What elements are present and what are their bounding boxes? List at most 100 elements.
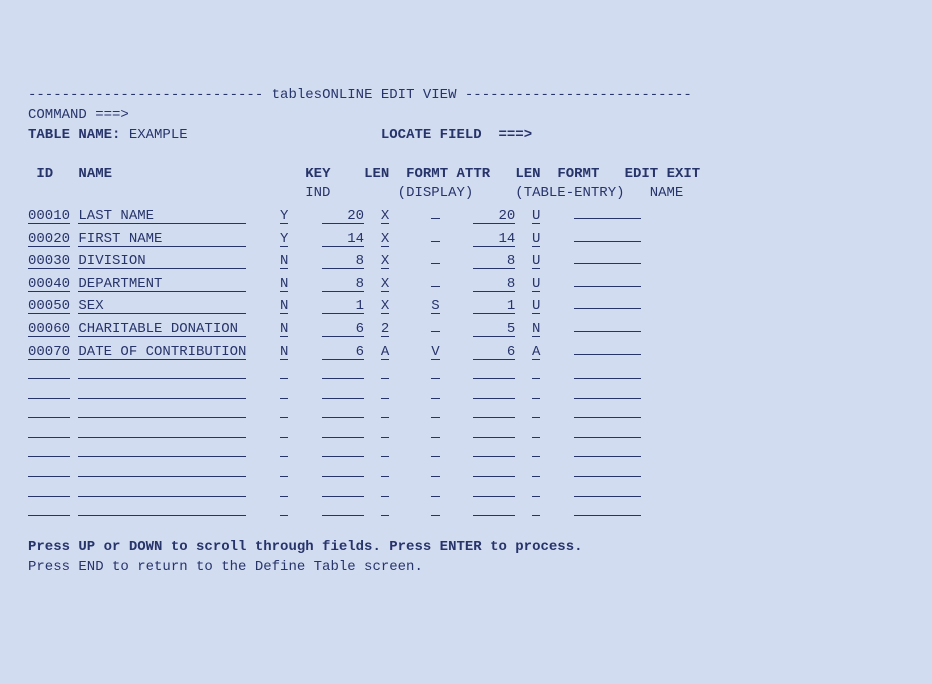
field-attr[interactable] [431,462,439,477]
field-formt-disp[interactable] [381,403,389,418]
field-formt-disp[interactable]: X [381,299,389,314]
field-id[interactable] [28,364,70,379]
field-name[interactable] [78,462,246,477]
field-id[interactable]: 00060 [28,322,70,337]
field-name[interactable] [78,403,246,418]
field-len-table[interactable]: 20 [473,209,515,224]
field-len-disp[interactable] [322,462,364,477]
field-editexit[interactable] [574,423,641,438]
field-len-table[interactable]: 14 [473,232,515,247]
field-name[interactable] [78,423,246,438]
field-len-table[interactable]: 8 [473,277,515,292]
field-attr[interactable] [431,384,439,399]
field-len-table[interactable]: 1 [473,299,515,314]
field-editexit[interactable] [574,462,641,477]
field-attr[interactable] [431,317,439,332]
field-name[interactable] [78,384,246,399]
field-name[interactable]: LAST NAME [78,209,246,224]
field-id[interactable] [28,462,70,477]
field-id[interactable] [28,442,70,457]
field-len-table[interactable] [473,423,515,438]
field-len-disp[interactable]: 8 [322,277,364,292]
field-len-disp[interactable] [322,364,364,379]
field-formt-disp[interactable] [381,501,389,516]
field-editexit[interactable] [574,403,641,418]
field-len-disp[interactable]: 8 [322,254,364,269]
field-id[interactable] [28,482,70,497]
field-len-disp[interactable] [322,501,364,516]
field-editexit[interactable] [574,204,641,219]
field-formt-disp[interactable] [381,364,389,379]
field-attr[interactable] [431,442,439,457]
field-formt-disp[interactable] [381,384,389,399]
field-len-disp[interactable] [322,442,364,457]
field-name[interactable]: DATE OF CONTRIBUTION [78,345,246,360]
field-editexit[interactable] [574,501,641,516]
field-name[interactable] [78,364,246,379]
field-len-disp[interactable] [322,423,364,438]
field-name[interactable] [78,482,246,497]
field-name[interactable]: CHARITABLE DONATION [78,322,246,337]
field-formt-disp[interactable] [381,482,389,497]
field-editexit[interactable] [574,482,641,497]
field-len-disp[interactable]: 6 [322,322,364,337]
field-editexit[interactable] [574,364,641,379]
field-id[interactable]: 00050 [28,299,70,314]
field-len-disp[interactable]: 6 [322,345,364,360]
field-id[interactable] [28,384,70,399]
field-editexit[interactable] [574,272,641,287]
field-len-disp[interactable] [322,482,364,497]
field-len-table[interactable]: 6 [473,345,515,360]
field-name[interactable]: SEX [78,299,246,314]
field-len-table[interactable] [473,442,515,457]
field-attr[interactable] [431,423,439,438]
field-len-disp[interactable]: 1 [322,299,364,314]
field-len-table[interactable]: 8 [473,254,515,269]
field-len-table[interactable] [473,482,515,497]
table-name-value[interactable]: EXAMPLE [129,127,381,143]
field-len-table[interactable] [473,403,515,418]
field-attr[interactable] [431,272,439,287]
field-formt-disp[interactable]: 2 [381,322,389,337]
field-id[interactable] [28,423,70,438]
field-attr[interactable] [431,501,439,516]
field-attr[interactable] [431,227,439,242]
field-len-disp[interactable]: 20 [322,209,364,224]
field-name[interactable]: DEPARTMENT [78,277,246,292]
field-attr[interactable]: V [431,345,439,360]
field-len-table[interactable] [473,462,515,477]
field-editexit[interactable] [574,294,641,309]
field-attr[interactable] [431,403,439,418]
field-editexit[interactable] [574,249,641,264]
field-formt-disp[interactable]: X [381,232,389,247]
field-name[interactable] [78,501,246,516]
field-name[interactable] [78,442,246,457]
field-editexit[interactable] [574,317,641,332]
field-len-table[interactable]: 5 [473,322,515,337]
field-len-disp[interactable]: 14 [322,232,364,247]
field-attr[interactable] [431,249,439,264]
field-len-table[interactable] [473,364,515,379]
field-id[interactable]: 00040 [28,277,70,292]
field-id[interactable]: 00010 [28,209,70,224]
field-len-table[interactable] [473,501,515,516]
field-formt-disp[interactable] [381,462,389,477]
field-id[interactable]: 00030 [28,254,70,269]
field-len-table[interactable] [473,384,515,399]
field-formt-disp[interactable]: X [381,209,389,224]
field-formt-disp[interactable]: X [381,254,389,269]
field-id[interactable]: 00070 [28,345,70,360]
field-editexit[interactable] [574,340,641,355]
field-name[interactable]: DIVISION [78,254,246,269]
field-formt-disp[interactable]: X [381,277,389,292]
field-formt-disp[interactable]: A [381,345,389,360]
field-name[interactable]: FIRST NAME [78,232,246,247]
field-len-disp[interactable] [322,384,364,399]
field-attr[interactable] [431,364,439,379]
field-editexit[interactable] [574,384,641,399]
field-formt-disp[interactable] [381,423,389,438]
field-attr[interactable] [431,482,439,497]
field-id[interactable] [28,501,70,516]
field-formt-disp[interactable] [381,442,389,457]
field-attr[interactable]: S [431,299,439,314]
